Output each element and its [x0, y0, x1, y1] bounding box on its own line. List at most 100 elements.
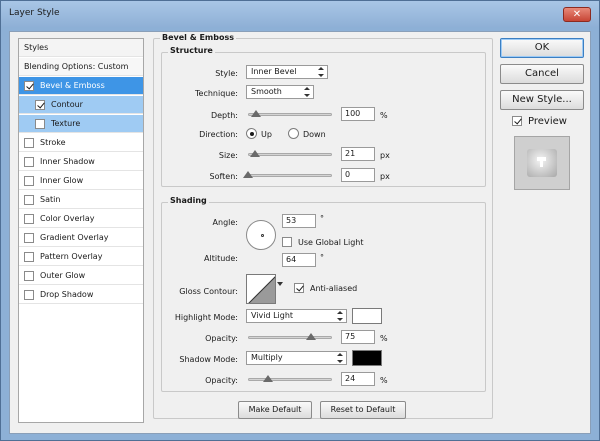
reset-to-default-button[interactable]: Reset to Default — [320, 401, 406, 419]
contour-curve-icon — [248, 276, 275, 303]
ok-button[interactable]: OK — [500, 38, 584, 58]
blending-options-item[interactable]: Blending Options: Custom — [19, 58, 143, 76]
altitude-degree: ° — [320, 253, 324, 262]
gloss-contour-label: Gloss Contour: — [179, 287, 238, 296]
highlight-color-swatch[interactable] — [352, 308, 382, 324]
style-item-checkbox[interactable] — [24, 157, 34, 167]
use-global-light-checkbox[interactable] — [282, 237, 292, 247]
anti-aliased-checkbox[interactable] — [294, 283, 304, 293]
preview-checkbox[interactable] — [512, 116, 522, 126]
style-item-checkbox[interactable] — [24, 81, 34, 91]
style-item-label: Bevel & Emboss — [40, 81, 105, 90]
shadow-opacity-thumb[interactable] — [263, 375, 274, 382]
style-item-drop-shadow[interactable]: Drop Shadow — [19, 286, 143, 304]
highlight-opacity-unit: % — [380, 334, 388, 343]
shadow-opacity-input[interactable]: 24 — [341, 372, 375, 386]
style-select[interactable]: Inner Bevel — [246, 65, 328, 79]
style-item-texture[interactable]: Texture — [19, 115, 143, 133]
angle-label: Angle: — [212, 218, 238, 227]
style-item-contour[interactable]: Contour — [19, 96, 143, 114]
layer-style-window: Layer Style ✕ Styles Blending Options: C… — [0, 0, 600, 441]
style-item-checkbox[interactable] — [35, 119, 45, 129]
structure-title: Structure — [168, 46, 215, 55]
shading-title: Shading — [168, 196, 209, 205]
style-item-label: Contour — [51, 100, 83, 109]
preview-label: Preview — [528, 116, 567, 127]
depth-label: Depth: — [210, 111, 238, 120]
new-style-button[interactable]: New Style... — [500, 90, 584, 110]
direction-down-label: Down — [303, 130, 326, 139]
shadow-color-swatch[interactable] — [352, 350, 382, 366]
altitude-input[interactable]: 64 — [282, 253, 316, 267]
soften-slider[interactable] — [248, 174, 332, 177]
style-item-pattern-overlay[interactable]: Pattern Overlay — [19, 248, 143, 266]
soften-input[interactable]: 0 — [341, 168, 375, 182]
technique-select-value: Smooth — [251, 87, 282, 96]
style-item-checkbox[interactable] — [24, 271, 34, 281]
shadow-opacity-slider[interactable] — [248, 378, 332, 381]
style-item-outer-glow[interactable]: Outer Glow — [19, 267, 143, 285]
updown-arrows-icon — [337, 311, 343, 321]
highlight-opacity-input[interactable]: 75 — [341, 330, 375, 344]
highlight-mode-value: Vivid Light — [251, 311, 294, 320]
angle-input[interactable]: 53 — [282, 214, 316, 228]
dialog-body: Styles Blending Options: Custom Bevel & … — [9, 31, 591, 434]
style-item-checkbox[interactable] — [24, 176, 34, 186]
highlight-mode-label: Highlight Mode: — [174, 313, 238, 322]
style-item-stroke[interactable]: Stroke — [19, 134, 143, 152]
technique-label: Technique: — [195, 89, 238, 98]
size-unit: px — [380, 151, 390, 160]
close-button[interactable]: ✕ — [563, 7, 591, 22]
direction-up-radio[interactable] — [246, 128, 257, 139]
style-item-checkbox[interactable] — [24, 290, 34, 300]
title-bar[interactable]: Layer Style ✕ — [1, 1, 599, 27]
style-item-checkbox[interactable] — [24, 195, 34, 205]
style-item-checkbox[interactable] — [24, 233, 34, 243]
size-slider[interactable] — [248, 153, 332, 156]
updown-arrows-icon — [318, 67, 324, 77]
gloss-contour-preview[interactable] — [246, 274, 276, 304]
window-title: Layer Style — [9, 8, 60, 18]
angle-dial[interactable] — [246, 220, 276, 250]
anti-aliased-label: Anti-aliased — [310, 284, 358, 293]
depth-slider-thumb[interactable] — [251, 110, 262, 117]
highlight-opacity-slider[interactable] — [248, 336, 332, 339]
style-item-bevel-emboss[interactable]: Bevel & Emboss — [19, 77, 143, 95]
soften-slider-thumb[interactable] — [243, 171, 253, 178]
direction-up-label: Up — [261, 130, 272, 139]
direction-down-radio[interactable] — [288, 128, 299, 139]
make-default-button[interactable]: Make Default — [238, 401, 312, 419]
altitude-label: Altitude: — [204, 254, 238, 263]
shadow-mode-value: Multiply — [251, 353, 283, 362]
depth-input[interactable]: 100 — [341, 107, 375, 121]
shadow-mode-select[interactable]: Multiply — [246, 351, 347, 365]
styles-header[interactable]: Styles — [19, 39, 143, 57]
style-select-value: Inner Bevel — [251, 67, 297, 76]
cancel-button[interactable]: Cancel — [500, 64, 584, 84]
direction-label: Direction: — [199, 130, 238, 139]
preview-glyph-icon — [537, 157, 546, 167]
updown-arrows-icon — [337, 353, 343, 363]
angle-dial-center-icon — [261, 234, 264, 237]
style-item-checkbox[interactable] — [24, 138, 34, 148]
size-input[interactable]: 21 — [341, 147, 375, 161]
gloss-contour-dropdown-icon[interactable] — [277, 282, 283, 286]
style-item-satin[interactable]: Satin — [19, 191, 143, 209]
preview-thumbnail — [514, 136, 570, 190]
style-item-checkbox[interactable] — [35, 100, 45, 110]
style-item-inner-shadow[interactable]: Inner Shadow — [19, 153, 143, 171]
use-global-light-label: Use Global Light — [298, 238, 364, 247]
highlight-mode-select[interactable]: Vivid Light — [246, 309, 347, 323]
style-item-checkbox[interactable] — [24, 252, 34, 262]
technique-select[interactable]: Smooth — [246, 85, 314, 99]
style-item-checkbox[interactable] — [24, 214, 34, 224]
style-item-label: Pattern Overlay — [40, 252, 103, 261]
highlight-opacity-thumb[interactable] — [306, 333, 316, 340]
style-item-label: Color Overlay — [40, 214, 95, 223]
style-item-inner-glow[interactable]: Inner Glow — [19, 172, 143, 190]
angle-degree: ° — [320, 214, 324, 223]
size-slider-thumb[interactable] — [249, 150, 260, 157]
style-item-color-overlay[interactable]: Color Overlay — [19, 210, 143, 228]
style-item-gradient-overlay[interactable]: Gradient Overlay — [19, 229, 143, 247]
style-item-label: Inner Glow — [40, 176, 84, 185]
